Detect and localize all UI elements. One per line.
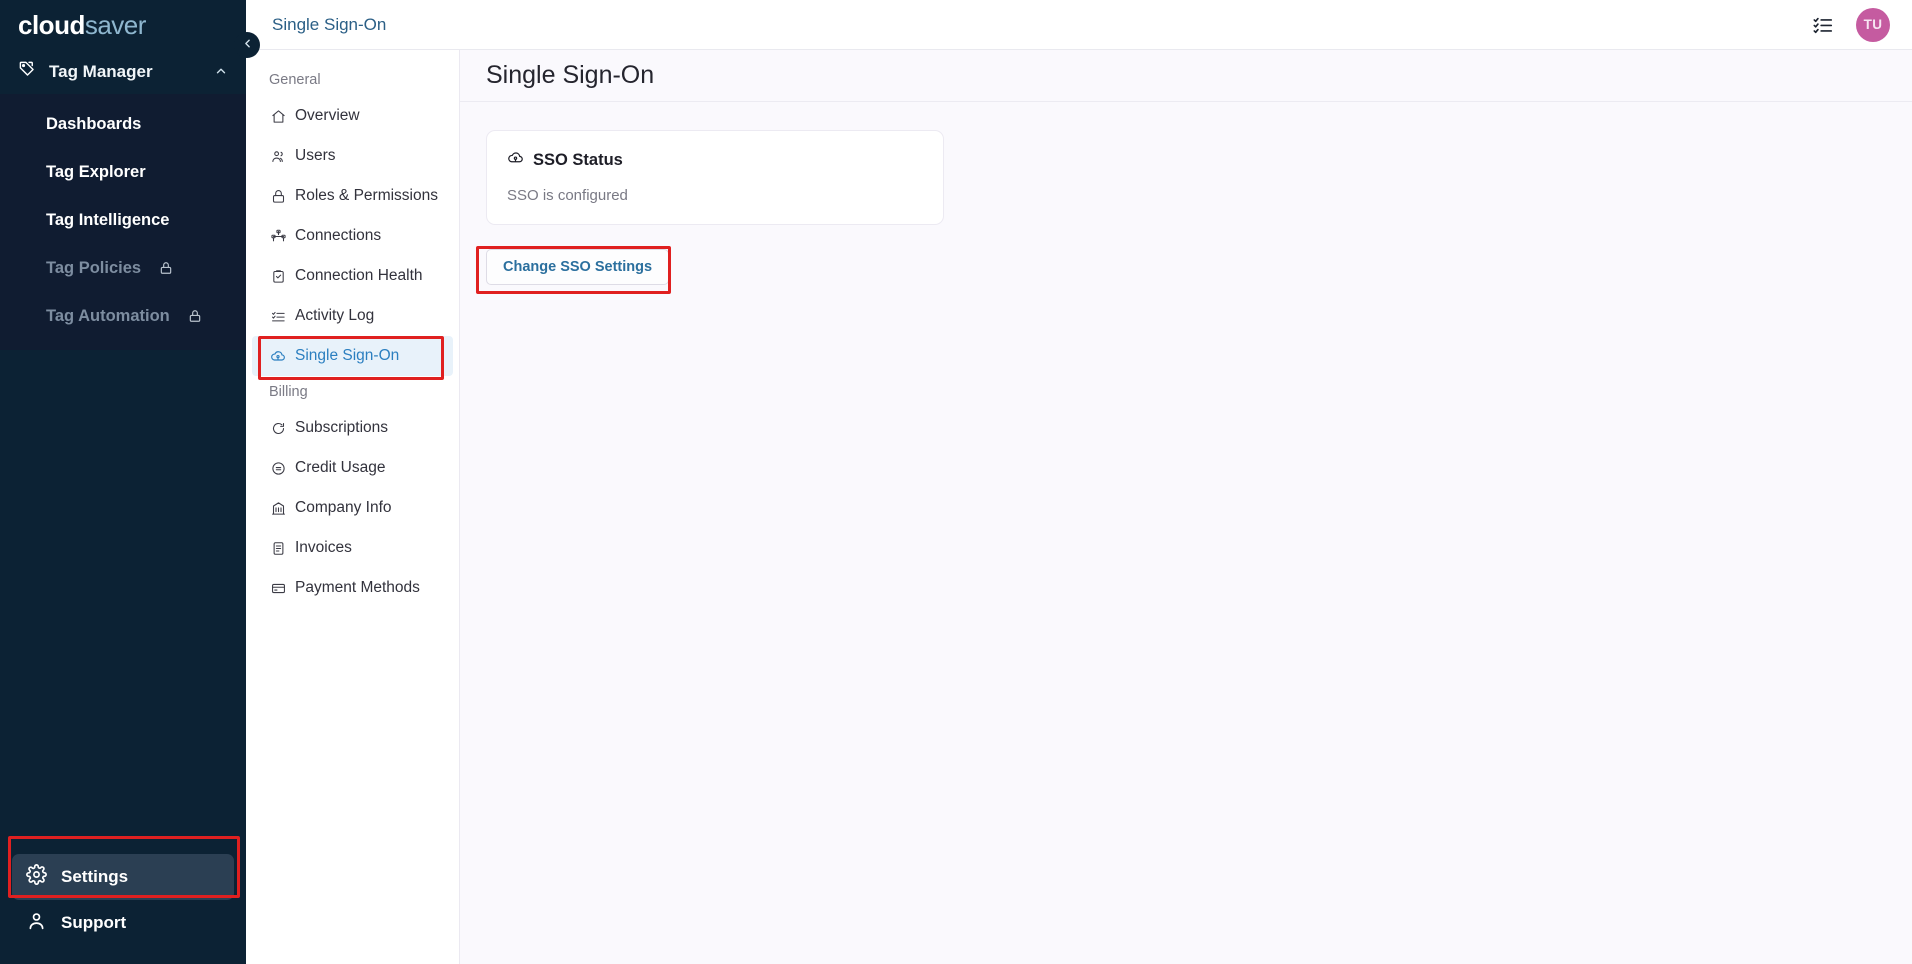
sidebar-item-label: Tag Intelligence (46, 210, 170, 229)
sidebar-item-dashboards[interactable]: Dashboards (0, 100, 246, 148)
chevron-up-icon[interactable] (214, 64, 228, 81)
subnav-item-label: Payment Methods (295, 579, 420, 596)
main-header: Single Sign-On (460, 50, 1912, 102)
lock-icon (159, 261, 173, 275)
cloud-key-icon (270, 348, 286, 364)
topbar: Single Sign-On TU (246, 0, 1912, 50)
brand-logo[interactable]: cloud saver (0, 0, 246, 50)
subnav-item-label: Credit Usage (295, 459, 386, 476)
sidebar-nav-list: Dashboards Tag Explorer Tag Intelligence… (0, 94, 246, 350)
sidebar-item-settings[interactable]: Settings (12, 854, 234, 900)
sidebar-item-company-info[interactable]: Company Info (252, 488, 453, 528)
page-title: Single Sign-On (486, 61, 655, 89)
cloud-key-icon (507, 149, 524, 171)
sidebar-bottom-nav: Settings Support (0, 854, 246, 964)
sidebar-item-support[interactable]: Support (12, 900, 234, 946)
lock-icon (188, 309, 202, 323)
sso-status-card-header: SSO Status (507, 149, 923, 171)
sidebar-item-single-sign-on[interactable]: Single Sign-On (252, 336, 453, 376)
subnav-item-label: Company Info (295, 499, 392, 516)
sidebar-item-tag-intelligence[interactable]: Tag Intelligence (0, 196, 246, 244)
user-support-icon (26, 910, 47, 936)
sidebar-item-connections[interactable]: Connections (252, 216, 453, 256)
sso-actions: Change SSO Settings (486, 249, 1886, 285)
sidebar-item-tag-explorer[interactable]: Tag Explorer (0, 148, 246, 196)
content-area: General Overview Users Roles & Permissio… (246, 50, 1912, 964)
sidebar-collapse-button[interactable] (234, 32, 260, 58)
activity-list-icon (270, 309, 286, 324)
home-icon (270, 109, 286, 124)
settings-subnav: General Overview Users Roles & Permissio… (246, 50, 460, 964)
checklist-icon[interactable] (1812, 14, 1834, 36)
brand-logo-part1: cloud (18, 9, 85, 40)
sidebar-bottom-label: Settings (61, 867, 129, 886)
refresh-icon (270, 421, 286, 436)
chevron-left-icon (241, 37, 254, 53)
invoice-icon (270, 541, 286, 556)
avatar[interactable]: TU (1856, 7, 1890, 42)
sidebar-item-invoices[interactable]: Invoices (252, 528, 453, 568)
subnav-item-label: Overview (295, 107, 360, 124)
gear-icon (26, 864, 47, 890)
subnav-item-label: Connections (295, 227, 382, 244)
sidebar-item-tag-automation[interactable]: Tag Automation (0, 292, 246, 340)
sidebar-item-tag-policies[interactable]: Tag Policies (0, 244, 246, 292)
sidebar-item-payment-methods[interactable]: Payment Methods (252, 568, 453, 608)
main-content: SSO Status SSO is configured Change SSO … (460, 102, 1912, 313)
subnav-item-label: Connection Health (295, 267, 423, 284)
sidebar-item-users[interactable]: Users (252, 136, 453, 176)
sidebar-item-label: Dashboards (46, 114, 142, 133)
sidebar-item-connection-health[interactable]: Connection Health (252, 256, 453, 296)
connections-icon (270, 229, 286, 244)
building-icon (270, 501, 286, 516)
subnav-item-label: Subscriptions (295, 419, 389, 436)
sidebar-item-label: Tag Policies (46, 258, 142, 277)
clipboard-check-icon (270, 269, 286, 284)
brand-logo-part2: saver (84, 9, 147, 40)
sidebar-group-label: Tag Manager (49, 62, 153, 81)
sidebar-group-tag-manager[interactable]: Tag Manager (0, 50, 246, 94)
users-icon (270, 149, 286, 164)
lock-icon (270, 189, 286, 204)
primary-sidebar: cloud saver Tag Manager Dashboards Tag Ex… (0, 0, 246, 964)
subnav-item-label: Users (295, 147, 336, 164)
sso-status-card: SSO Status SSO is configured (486, 130, 944, 225)
sidebar-item-label: Tag Automation (46, 306, 170, 325)
change-sso-settings-button[interactable]: Change SSO Settings (486, 249, 670, 285)
subnav-item-label: Activity Log (295, 307, 375, 324)
sidebar-item-subscriptions[interactable]: Subscriptions (252, 408, 453, 448)
sidebar-item-label: Tag Explorer (46, 162, 146, 181)
sidebar-item-roles-permissions[interactable]: Roles & Permissions (252, 176, 453, 216)
breadcrumb[interactable]: Single Sign-On (272, 15, 386, 35)
sidebar-item-overview[interactable]: Overview (252, 96, 453, 136)
right-pane: Single Sign-On TU General Overview Users… (246, 0, 1912, 964)
subnav-item-label: Roles & Permissions (295, 187, 438, 204)
subnav-section-general: General (269, 72, 321, 88)
subnav-section-billing: Billing (269, 384, 308, 400)
sidebar-item-activity-log[interactable]: Activity Log (252, 296, 453, 336)
main-panel: Single Sign-On SSO Status SSO is configu… (460, 50, 1912, 964)
subnav-item-label: Single Sign-On (295, 347, 400, 364)
sso-status-title: SSO Status (533, 150, 623, 169)
sidebar-item-credit-usage[interactable]: Credit Usage (252, 448, 453, 488)
app-root: cloud saver Tag Manager Dashboards Tag Ex… (0, 0, 1912, 964)
card-icon (270, 581, 286, 596)
coin-icon (270, 461, 286, 476)
sidebar-bottom-label: Support (61, 913, 127, 932)
subnav-item-label: Invoices (295, 539, 352, 556)
tag-icon (18, 60, 37, 84)
sso-status-text: SSO is configured (507, 187, 628, 204)
